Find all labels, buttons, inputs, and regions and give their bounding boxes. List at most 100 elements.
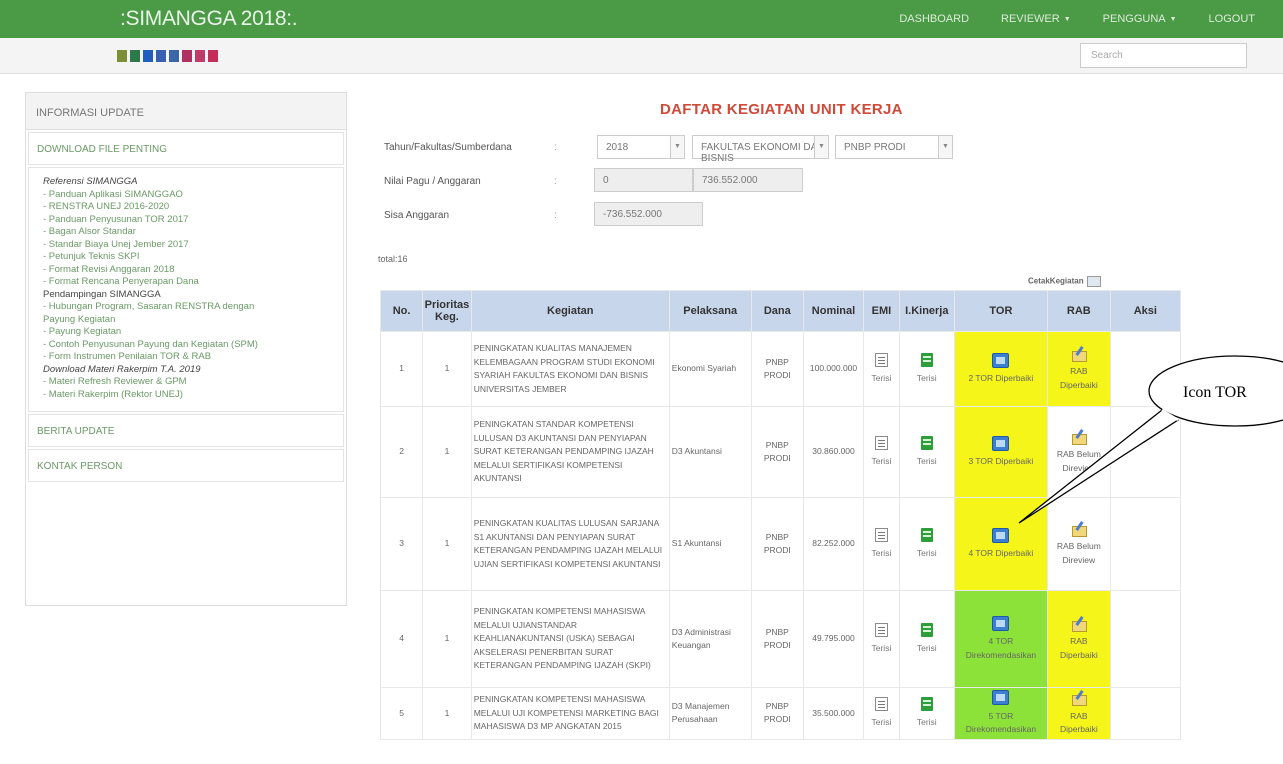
cell-text: 30.860.000 <box>812 446 855 457</box>
emi-button[interactable]: Terisi <box>866 623 897 655</box>
cell-text: 1 <box>444 707 450 718</box>
list-sheet-icon <box>920 697 933 712</box>
kinerja-button[interactable]: Terisi <box>902 436 952 468</box>
cell-prioritas: 1 <box>422 590 472 688</box>
sidebar-link[interactable]: - Materi Refresh Reviewer & GPM <box>43 376 335 389</box>
kinerja-button[interactable]: Terisi <box>902 623 952 655</box>
theme-swatches <box>117 50 218 62</box>
print-kegiatan-button[interactable]: CetakKegiatan <box>1028 276 1101 287</box>
cell-text: 100.000.000 <box>809 363 858 374</box>
theme-swatch[interactable] <box>117 50 127 62</box>
chevron-down-icon: ▼ <box>938 136 952 158</box>
app-title[interactable]: :SIMANGGA 2018:. <box>120 7 298 31</box>
kinerja-button[interactable]: Terisi <box>902 353 952 385</box>
cell-text: PENINGKATAN STANDAR KOMPETENSI LULUSAN D… <box>473 419 654 484</box>
pagu-field: 0 <box>594 168 693 192</box>
nav-item-label: REVIEWER <box>1001 13 1060 25</box>
tor-button[interactable]: 4 TOR Direkomendasikan <box>957 615 1045 663</box>
emi-status: Terisi <box>871 455 892 466</box>
cell-aksi <box>1109 406 1182 498</box>
kinerja-button[interactable]: Terisi <box>902 528 952 560</box>
nav-item-dashboard[interactable]: DASHBOARD <box>899 13 969 25</box>
theme-swatch[interactable] <box>182 50 192 62</box>
emi-button[interactable]: Terisi <box>866 697 897 729</box>
col-nominal: Nominal <box>802 290 865 332</box>
tor-button[interactable]: 2 TOR Diperbaiki <box>957 352 1045 386</box>
tor-button[interactable]: 5 TOR Direkomendasikan <box>957 690 1045 737</box>
cell-rab: RAB Diperbaiki <box>1047 687 1111 740</box>
table-header-row: No. Prioritas Keg. Kegiatan Pelaksana Da… <box>379 290 1182 332</box>
tor-status: 4 TOR Direkomendasikan <box>965 636 1037 660</box>
year-select[interactable]: 2018 ▼ <box>597 135 685 159</box>
col-pelaksana: Pelaksana <box>668 290 752 332</box>
emi-button[interactable]: Terisi <box>866 353 897 385</box>
theme-swatch[interactable] <box>208 50 218 62</box>
cell-nominal: 30.860.000 <box>802 406 865 498</box>
emi-button[interactable]: Terisi <box>866 436 897 468</box>
sidebar-section-title: Download Materi Rakerpim T.A. 2019 <box>43 363 201 375</box>
cell-text: PNBP PRODI <box>763 439 791 464</box>
cell-pelaksana: Ekonomi Syariah <box>668 331 752 407</box>
chevron-down-icon: ▼ <box>670 136 684 158</box>
tor-status: 5 TOR Direkomendasikan <box>965 710 1037 735</box>
cell-text: 3 <box>399 538 404 549</box>
sidebar-link[interactable]: - Standar Biaya Unej Jember 2017 <box>43 239 335 252</box>
rab-button[interactable]: RAB Diperbaiki <box>1050 616 1108 663</box>
cell-aksi <box>1109 687 1182 740</box>
source-select[interactable]: PNBP PRODI ▼ <box>835 135 953 159</box>
tor-icon <box>992 435 1010 451</box>
sidebar-item-kontak[interactable]: KONTAK PERSON <box>28 449 344 482</box>
cell-rab: RAB Diperbaiki <box>1047 331 1111 407</box>
tor-status: 3 TOR Diperbaiki <box>968 456 1034 466</box>
sidebar-section-title: Pendampingan SIMANGGA <box>43 288 161 300</box>
theme-swatch[interactable] <box>169 50 179 62</box>
sidebar-link[interactable]: - Panduan Aplikasi SIMANGGAO <box>43 189 335 202</box>
sidebar-link[interactable]: Payung Kegiatan <box>43 314 335 327</box>
col-tor: TOR <box>953 290 1049 332</box>
tor-button[interactable]: 4 TOR Diperbaiki <box>957 527 1045 561</box>
sidebar-link[interactable]: - Format Revisi Anggaran 2018 <box>43 264 335 277</box>
sidebar-link[interactable]: - Contoh Penyusunan Payung dan Kegiatan … <box>43 339 335 352</box>
theme-swatch[interactable] <box>143 50 153 62</box>
kegiatan-table: No. Prioritas Keg. Kegiatan Pelaksana Da… <box>379 290 1182 740</box>
kinerja-button[interactable]: Terisi <box>902 697 952 729</box>
table-row: 4 1 PENINGKATAN KOMPETENSI MAHASISWA MELAL… <box>379 590 1182 688</box>
colon: : <box>554 176 557 187</box>
sidebar-link[interactable]: - Petunjuk Teknis SKPI <box>43 251 335 264</box>
sidebar-item-berita[interactable]: BERITA UPDATE <box>28 414 344 447</box>
cell-nominal: 82.252.000 <box>802 497 865 591</box>
theme-swatch[interactable] <box>130 50 140 62</box>
rab-edit-icon <box>1071 346 1088 362</box>
search-input[interactable]: Search <box>1080 43 1247 68</box>
list-sheet-icon <box>920 436 933 450</box>
emi-button[interactable]: Terisi <box>866 528 897 560</box>
cell-emi: Terisi <box>863 331 900 407</box>
sidebar-link[interactable]: - Format Rencana Penyerapan Dana <box>43 276 335 289</box>
sidebar-link[interactable]: - Panduan Penyusunan TOR 2017 <box>43 214 335 227</box>
sidebar-link[interactable]: - RENSTRA UNEJ 2016-2020 <box>43 201 335 214</box>
theme-swatch[interactable] <box>156 50 166 62</box>
caret-down-icon: ▼ <box>1169 15 1177 23</box>
cell-text: 2 <box>399 446 404 457</box>
sidebar-link[interactable]: - Form Instrumen Penilaian TOR & RAB <box>43 351 335 364</box>
cell-no: 1 <box>379 331 424 407</box>
nav-item-logout[interactable]: LOGOUT <box>1209 13 1255 25</box>
rab-button[interactable]: RAB Belum Direview <box>1050 521 1108 568</box>
theme-swatch[interactable] <box>195 50 205 62</box>
sidebar-link[interactable]: - Payung Kegiatan <box>43 326 335 339</box>
rab-button[interactable]: RAB Diperbaiki <box>1050 690 1108 737</box>
edit-document-icon <box>874 353 888 367</box>
nav-item-pengguna[interactable]: PENGGUNA ▼ <box>1103 13 1177 25</box>
rab-button[interactable]: RAB Diperbaiki <box>1050 346 1108 393</box>
sidebar-link[interactable]: - Hubungan Program, Sasaran RENSTRA deng… <box>43 301 335 314</box>
sidebar-item-download[interactable]: DOWNLOAD FILE PENTING <box>28 132 344 165</box>
tor-button[interactable]: 3 TOR Diperbaiki <box>957 435 1045 469</box>
sidebar-link[interactable]: - Bagan Alsor Standar <box>43 226 335 239</box>
rab-status: RAB Diperbaiki <box>1059 636 1098 660</box>
sidebar-link[interactable]: - Materi Rakerpim (Rektor UNEJ) <box>43 389 335 402</box>
nav-item-reviewer[interactable]: REVIEWER ▼ <box>1001 13 1071 25</box>
rab-button[interactable]: RAB Belum Direview <box>1050 429 1108 476</box>
faculty-select[interactable]: FAKULTAS EKONOMI DAN BISNIS ▼ <box>692 135 829 164</box>
faculty-value: FAKULTAS EKONOMI DAN BISNIS <box>701 142 825 164</box>
table-row: 2 1 PENINGKATAN STANDAR KOMPETENSI LULUSAN… <box>379 406 1182 498</box>
